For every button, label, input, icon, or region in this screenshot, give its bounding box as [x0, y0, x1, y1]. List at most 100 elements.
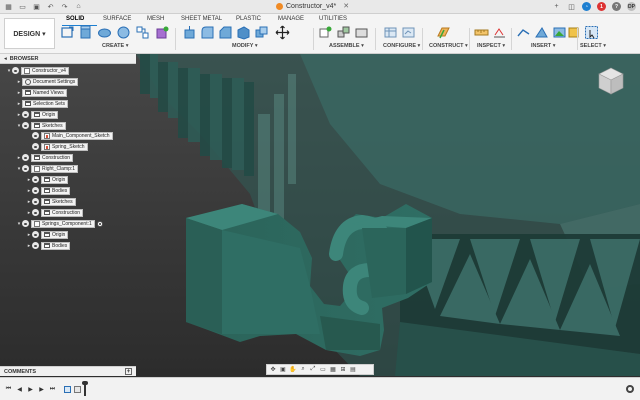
tree-item-springs-bodies[interactable]: ▸ Bodies	[26, 241, 71, 250]
as-built-joint-icon[interactable]	[354, 25, 369, 40]
timeline-sketch-feature[interactable]	[64, 386, 71, 393]
comments-panel[interactable]: COMMENTS +	[0, 366, 136, 376]
skip-to-end-icon[interactable]: ⏭	[49, 386, 56, 393]
insert-mcmaster-icon[interactable]	[566, 25, 581, 40]
document-tab[interactable]: Constructor_v4* ✕	[276, 2, 349, 10]
visibility-eye-icon[interactable]	[22, 165, 29, 172]
fillet-icon[interactable]	[200, 25, 215, 40]
tree-item-selection-sets[interactable]: ▸ Selection Sets	[16, 99, 68, 108]
sweep-icon[interactable]	[116, 25, 131, 40]
redo-icon[interactable]: ↷	[60, 2, 69, 11]
tree-item-springs-component[interactable]: ▾ Springs_Component:1	[16, 219, 103, 228]
configure-table-icon[interactable]	[383, 25, 398, 40]
look-at-icon[interactable]: ▣	[279, 366, 287, 374]
grid-settings-icon[interactable]: ▦	[329, 366, 337, 374]
collapse-icon[interactable]: ◂	[4, 56, 7, 62]
step-forward-icon[interactable]: ▶	[38, 386, 45, 393]
user-avatar[interactable]: DP	[627, 2, 636, 11]
tree-item-clamp-bodies[interactable]: ▸ Bodies	[26, 186, 71, 195]
interference-icon[interactable]	[492, 25, 507, 40]
new-tab-icon[interactable]: +	[552, 2, 561, 11]
tree-item-clamp-origin[interactable]: ▸ Origin	[26, 175, 69, 184]
pan-icon[interactable]: ✋	[289, 366, 297, 374]
visibility-eye-icon[interactable]	[22, 111, 29, 118]
timeline-component-feature[interactable]	[74, 386, 81, 393]
visibility-eye-icon[interactable]	[32, 176, 39, 183]
revolve-icon[interactable]	[97, 25, 112, 40]
decal-icon[interactable]	[552, 25, 567, 40]
tree-item-named-views[interactable]: ▸ Named Views	[16, 88, 67, 97]
tree-item-document-settings[interactable]: ▸ Document Settings	[16, 77, 79, 86]
extensions-icon[interactable]: ◫	[567, 2, 576, 11]
canvas-viewport[interactable]	[0, 54, 640, 376]
visibility-eye-icon[interactable]	[32, 209, 39, 216]
browser-panel-header[interactable]: ◂ BROWSER	[0, 54, 136, 64]
configure-rule-icon[interactable]	[401, 25, 416, 40]
group-inspect[interactable]: INSPECT ▾	[477, 43, 505, 49]
visibility-eye-icon[interactable]	[32, 187, 39, 194]
tree-item-springs-origin[interactable]: ▸ Origin	[26, 230, 69, 239]
fit-icon[interactable]: ⤢	[309, 366, 317, 374]
save-icon[interactable]: ▣	[32, 2, 41, 11]
tree-item-clamp-sketches[interactable]: ▸ Sketches	[26, 197, 76, 206]
tab-solid[interactable]: SOLID	[66, 16, 84, 22]
tree-item-root[interactable]: ▾ Constructor_v4	[6, 66, 69, 75]
file-icon[interactable]: ▭	[18, 2, 27, 11]
rewind-to-start-icon[interactable]: ⏮	[5, 386, 12, 393]
undo-icon[interactable]: ↶	[46, 2, 55, 11]
select-icon[interactable]	[584, 25, 599, 40]
tab-surface[interactable]: SURFACE	[103, 16, 131, 22]
shell-icon[interactable]	[236, 25, 251, 40]
joint-icon[interactable]	[336, 25, 351, 40]
environment-icon[interactable]: ▤	[349, 366, 357, 374]
zoom-icon[interactable]: ⌕	[299, 366, 307, 374]
group-create[interactable]: CREATE ▾	[102, 43, 129, 49]
offset-plane-icon[interactable]	[436, 25, 451, 40]
visibility-eye-icon[interactable]	[32, 132, 39, 139]
tree-item-main-component-sketch[interactable]: Main_Component_Sketch	[26, 131, 113, 140]
new-sketch-icon[interactable]	[60, 25, 75, 40]
visibility-eye-icon[interactable]	[12, 67, 19, 74]
viewports-icon[interactable]: ⊞	[339, 366, 347, 374]
notifications-icon[interactable]: 1	[597, 2, 606, 11]
group-modify[interactable]: MODIFY ▾	[232, 43, 258, 49]
insert-derive-icon[interactable]	[516, 25, 531, 40]
tree-item-clamp-construction[interactable]: ▸ Construction	[26, 208, 84, 217]
loft-icon[interactable]	[135, 25, 150, 40]
measure-icon[interactable]	[474, 25, 489, 40]
orbit-icon[interactable]: ✥	[269, 366, 277, 374]
chamfer-icon[interactable]	[218, 25, 233, 40]
extrude-icon[interactable]	[78, 25, 93, 40]
timeline-marker[interactable]	[82, 381, 88, 396]
tree-item-origin[interactable]: ▸ Origin	[16, 110, 59, 119]
visibility-eye-icon[interactable]	[32, 143, 39, 150]
press-pull-icon[interactable]	[182, 25, 197, 40]
tab-sheet-metal[interactable]: SHEET METAL	[181, 16, 222, 22]
create-form-icon[interactable]	[154, 25, 169, 40]
add-comment-icon[interactable]: +	[125, 368, 132, 375]
group-construct[interactable]: CONSTRUCT ▾	[429, 43, 468, 49]
visibility-eye-icon[interactable]	[32, 198, 39, 205]
timeline-settings-gear-icon[interactable]	[626, 385, 634, 393]
display-settings-icon[interactable]: ▭	[319, 366, 327, 374]
view-cube[interactable]	[597, 66, 625, 96]
move-icon[interactable]	[275, 25, 290, 40]
tree-item-construction[interactable]: ▸ Construction	[16, 153, 74, 162]
combine-icon[interactable]	[254, 25, 269, 40]
tree-item-right-clamp[interactable]: ▾ Right_Clamp:1	[16, 164, 79, 173]
visibility-eye-icon[interactable]	[22, 220, 29, 227]
help-icon[interactable]: ?	[612, 2, 621, 11]
tab-mesh[interactable]: MESH	[147, 16, 164, 22]
new-component-icon[interactable]	[318, 25, 333, 40]
step-back-icon[interactable]: ◀	[16, 386, 23, 393]
activate-component-radio[interactable]	[96, 220, 103, 227]
group-configure[interactable]: CONFIGURE ▾	[383, 43, 420, 49]
tree-item-sketches[interactable]: ▾ Sketches	[16, 121, 66, 130]
tab-manage[interactable]: MANAGE	[278, 16, 304, 22]
job-status-icon[interactable]: ◔	[582, 2, 591, 11]
group-assemble[interactable]: ASSEMBLE ▾	[329, 43, 364, 49]
visibility-eye-icon[interactable]	[32, 242, 39, 249]
visibility-eye-icon[interactable]	[22, 122, 29, 129]
insert-mesh-icon[interactable]	[534, 25, 549, 40]
home-icon[interactable]: ⌂	[74, 2, 83, 11]
